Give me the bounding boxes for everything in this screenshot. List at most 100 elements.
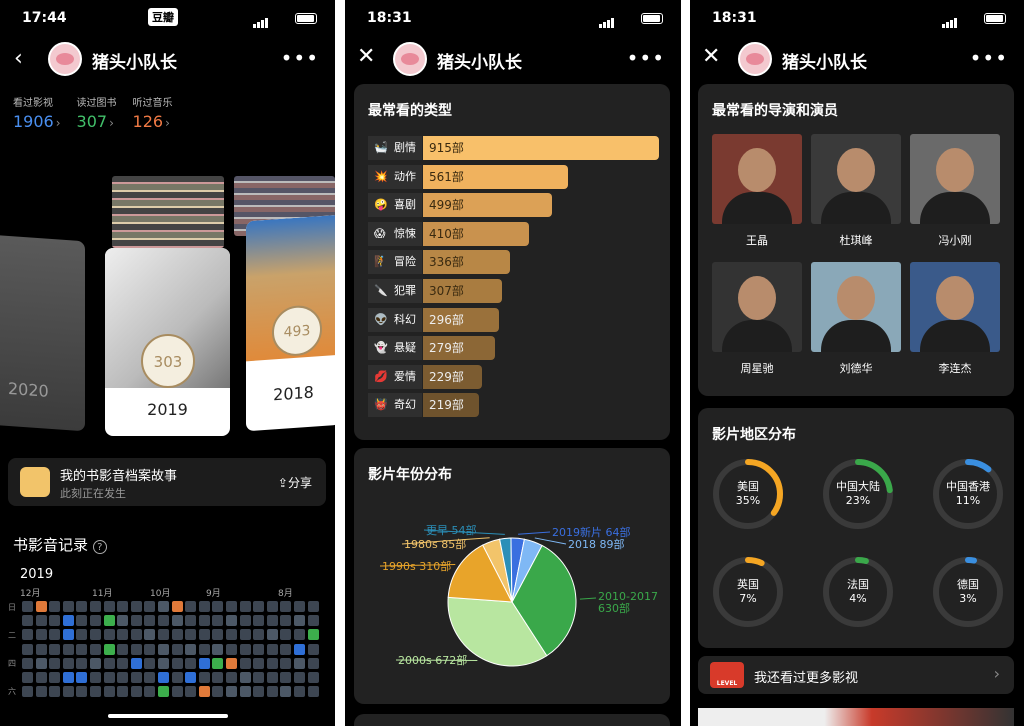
genre-row[interactable]: 🤪 喜剧 499部 — [368, 193, 658, 218]
heatmap-cell[interactable] — [280, 601, 292, 612]
genre-row[interactable]: 👻 悬疑 279部 — [368, 336, 658, 361]
heatmap-cell[interactable] — [212, 657, 224, 669]
region-ring[interactable]: 法国 4% — [822, 556, 894, 628]
heatmap-cell[interactable] — [253, 672, 265, 683]
heatmap-cell[interactable] — [117, 643, 129, 655]
heatmap-cell[interactable] — [103, 601, 115, 612]
heatmap-cell[interactable] — [253, 601, 265, 612]
heatmap-cell[interactable] — [76, 629, 88, 641]
genre-row[interactable]: 👽 科幻 296部 — [368, 307, 658, 332]
heatmap-cell[interactable] — [35, 601, 47, 612]
archive-card-2019[interactable]: 303 2019 — [105, 248, 230, 436]
heatmap-cell[interactable] — [226, 615, 237, 627]
heatmap-cell[interactable] — [185, 615, 197, 627]
heatmap-cell[interactable] — [253, 686, 265, 698]
more-icon[interactable]: ••• — [281, 46, 319, 70]
heatmap-cell[interactable] — [103, 686, 115, 698]
heatmap-cell[interactable] — [294, 672, 305, 683]
heatmap-cell[interactable] — [307, 643, 319, 655]
genre-row[interactable]: 💋 爱情 229部 — [368, 364, 658, 389]
heatmap-cell[interactable] — [22, 615, 33, 627]
heatmap-cell[interactable] — [280, 643, 292, 655]
heatmap-cell[interactable] — [212, 643, 224, 655]
heatmap-cell[interactable] — [103, 657, 115, 669]
heatmap-cell[interactable] — [130, 629, 142, 641]
heatmap-cell[interactable] — [198, 657, 210, 669]
archive-card-2018[interactable]: 493 2018 — [246, 214, 335, 432]
heatmap-cell[interactable] — [253, 629, 265, 641]
heatmap-cell[interactable] — [117, 672, 129, 683]
heatmap-cell[interactable] — [294, 657, 305, 669]
heatmap-cell[interactable] — [171, 672, 183, 683]
heatmap-cell[interactable] — [158, 672, 169, 683]
heatmap-cell[interactable] — [144, 686, 156, 698]
stat-item[interactable]: 听过音乐 126 › — [133, 94, 173, 131]
heatmap-cell[interactable] — [117, 686, 129, 698]
heatmap-cell[interactable] — [294, 601, 305, 612]
heatmap-cell[interactable] — [103, 643, 115, 655]
heatmap-cell[interactable] — [185, 657, 197, 669]
heatmap-cell[interactable] — [212, 629, 224, 641]
heatmap-cell[interactable] — [171, 657, 183, 669]
person-item[interactable]: 杜琪峰 — [811, 134, 901, 248]
heatmap-cell[interactable] — [130, 686, 142, 698]
heatmap-cell[interactable] — [171, 601, 183, 612]
avatar[interactable] — [48, 42, 82, 76]
archive-card-2020[interactable]: 2020 — [0, 234, 85, 432]
heatmap-cell[interactable] — [185, 672, 197, 683]
heatmap-cell[interactable] — [185, 686, 197, 698]
heatmap-cell[interactable] — [212, 615, 224, 627]
heatmap-cell[interactable] — [35, 657, 47, 669]
heatmap-cell[interactable] — [144, 657, 156, 669]
more-icon[interactable]: ••• — [627, 46, 665, 70]
heatmap-cell[interactable] — [266, 615, 278, 627]
genre-row[interactable]: 🧗 冒险 336部 — [368, 250, 658, 275]
heatmap-cell[interactable] — [307, 672, 319, 683]
heatmap-cell[interactable] — [22, 672, 33, 683]
heatmap-cell[interactable] — [49, 629, 61, 641]
heatmap-cell[interactable] — [76, 657, 88, 669]
heatmap-cell[interactable] — [239, 686, 251, 698]
heatmap-cell[interactable] — [226, 601, 237, 612]
heatmap-cell[interactable] — [158, 657, 169, 669]
heatmap-cell[interactable] — [266, 601, 278, 612]
story-banner[interactable]: 我的书影音档案故事 此刻正在发生 ⇪分享 — [8, 458, 326, 506]
heatmap-cell[interactable] — [144, 643, 156, 655]
heatmap-cell[interactable] — [49, 672, 61, 683]
heatmap-cell[interactable] — [90, 601, 101, 612]
heatmap-cell[interactable] — [198, 686, 210, 698]
heatmap-cell[interactable] — [49, 657, 61, 669]
heatmap-cell[interactable] — [90, 629, 101, 641]
heatmap-cell[interactable] — [266, 643, 278, 655]
heatmap-cell[interactable] — [22, 629, 33, 641]
heatmap-cell[interactable] — [35, 615, 47, 627]
more-films-row[interactable]: LEVEL UP! 我还看过更多影视 › — [698, 656, 1014, 694]
region-ring[interactable]: 中国香港 11% — [932, 458, 1004, 530]
back-icon[interactable]: ‹ — [14, 46, 23, 71]
heatmap-cell[interactable] — [185, 643, 197, 655]
heatmap-cell[interactable] — [130, 615, 142, 627]
heatmap-cell[interactable] — [226, 686, 237, 698]
heatmap-cell[interactable] — [62, 672, 74, 683]
heatmap-cell[interactable] — [294, 615, 305, 627]
heatmap-cell[interactable] — [35, 643, 47, 655]
genre-row[interactable]: 🛀 剧情 915部 — [368, 136, 659, 160]
heatmap-cell[interactable] — [307, 657, 319, 669]
heatmap-cell[interactable] — [103, 672, 115, 683]
stat-item[interactable]: 读过图书 307 › — [77, 94, 117, 131]
heatmap-cell[interactable] — [117, 657, 129, 669]
heatmap-cell[interactable] — [239, 629, 251, 641]
heatmap-cell[interactable] — [280, 629, 292, 641]
heatmap-cell[interactable] — [280, 672, 292, 683]
genre-row[interactable]: 😱 惊悚 410部 — [368, 221, 658, 246]
heatmap-cell[interactable] — [226, 672, 237, 683]
heatmap-cell[interactable] — [266, 629, 278, 641]
heatmap-cell[interactable] — [144, 615, 156, 627]
heatmap-cell[interactable] — [103, 615, 115, 627]
avatar[interactable] — [738, 42, 772, 76]
person-item[interactable]: 王晶 — [712, 134, 802, 248]
heatmap-cell[interactable] — [280, 686, 292, 698]
heatmap-cell[interactable] — [49, 601, 61, 612]
heatmap-cell[interactable] — [76, 601, 88, 612]
heatmap-cell[interactable] — [35, 672, 47, 683]
